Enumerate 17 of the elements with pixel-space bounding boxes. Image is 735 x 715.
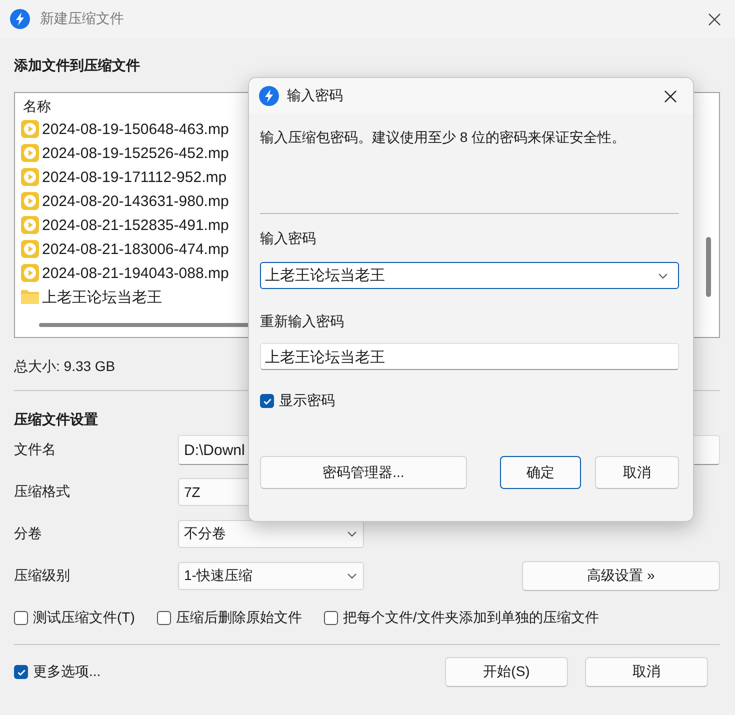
checkbox-label: 显示密码: [279, 392, 335, 410]
checkbox-label: 压缩后删除原始文件: [176, 609, 302, 627]
field-label: 输入密码: [260, 229, 317, 248]
field-label: 文件名: [14, 441, 57, 459]
field-label: 重新输入密码: [260, 312, 345, 331]
section-heading: 压缩文件设置: [14, 410, 99, 429]
window-title: 新建压缩文件: [40, 10, 124, 28]
section-heading: 添加文件到压缩文件: [14, 56, 141, 75]
checkbox-label: 把每个文件/文件夹添加到单独的压缩文件: [342, 609, 599, 627]
checkbox-label: 测试压缩文件(T): [33, 609, 135, 627]
field-label: 分卷: [14, 525, 43, 543]
field-label: 压缩格式: [14, 483, 71, 501]
description: 输入压缩包密码。建议使用至少 8 位的密码来保证安全性。: [260, 128, 627, 147]
field-label: 压缩级别: [14, 567, 71, 585]
total-size: 总大小: 9.33 GB: [14, 358, 116, 374]
checkbox-label: 更多选项...: [33, 663, 101, 681]
dialog-title: 输入密码: [287, 87, 343, 105]
